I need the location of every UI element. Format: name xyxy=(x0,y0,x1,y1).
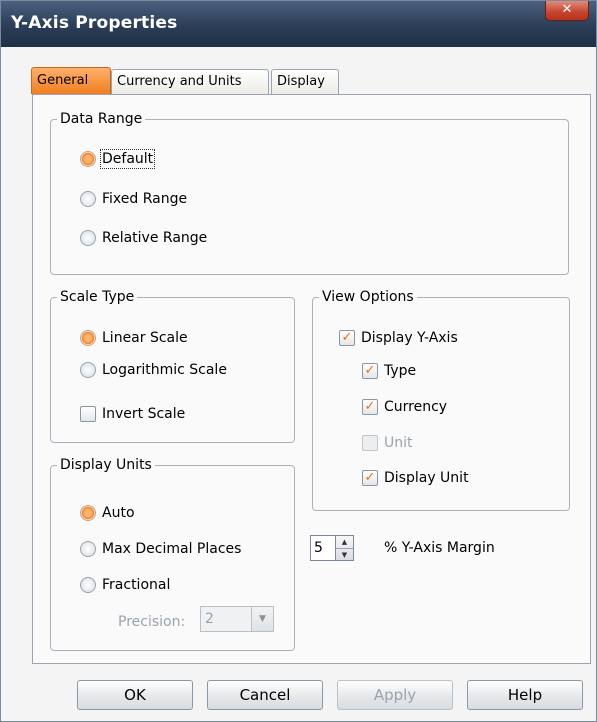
radio-relative-range[interactable]: Relative Range xyxy=(80,230,207,246)
tab-display[interactable]: Display xyxy=(271,69,339,94)
checkmark-icon[interactable]: ✓ xyxy=(362,363,378,379)
invert-scale-label: Invert Scale xyxy=(102,406,186,422)
radio-default-indicator[interactable] xyxy=(80,151,96,167)
data-range-legend: Data Range xyxy=(60,111,143,127)
dialog-window: Y-Axis Properties ✕ General Currency and… xyxy=(0,0,597,722)
cancel-button[interactable]: Cancel xyxy=(207,680,323,710)
radio-max-decimal-places[interactable]: Max Decimal Places xyxy=(80,541,241,557)
close-button[interactable]: ✕ xyxy=(545,1,589,21)
display-units-legend: Display Units xyxy=(60,457,152,473)
radio-default-label: Default xyxy=(99,149,156,169)
spin-up-icon[interactable]: ▲ xyxy=(336,536,353,549)
ok-button[interactable]: OK xyxy=(77,680,193,710)
margin-value[interactable]: 5 xyxy=(310,535,336,561)
display-y-axis-checkbox[interactable]: ✓ Display Y-Axis xyxy=(339,330,458,346)
precision-value[interactable]: 2 xyxy=(200,606,252,632)
checkmark-icon[interactable]: ✓ xyxy=(339,330,355,346)
dialog-title: Y-Axis Properties xyxy=(11,13,178,33)
unit-label: Unit xyxy=(384,435,413,451)
radio-fixed-range-indicator[interactable] xyxy=(80,191,96,207)
radio-fractional[interactable]: Fractional xyxy=(80,577,170,593)
display-y-axis-label: Display Y-Axis xyxy=(361,330,458,346)
apply-button[interactable]: Apply xyxy=(337,680,453,710)
spin-down-icon[interactable]: ▼ xyxy=(336,549,353,561)
radio-relative-range-label: Relative Range xyxy=(102,230,208,246)
radio-linear-scale[interactable]: Linear Scale xyxy=(80,330,188,346)
close-icon: ✕ xyxy=(561,2,573,17)
type-label: Type xyxy=(384,363,417,379)
radio-fractional-label: Fractional xyxy=(102,577,171,593)
radio-linear-scale-indicator[interactable] xyxy=(80,330,96,346)
currency-checkbox[interactable]: ✓ Currency xyxy=(362,399,447,415)
radio-linear-scale-label: Linear Scale xyxy=(102,330,188,346)
unit-checkbox[interactable]: Unit xyxy=(362,435,413,451)
radio-auto-indicator[interactable] xyxy=(80,505,96,521)
radio-logarithmic-scale-indicator[interactable] xyxy=(80,362,96,378)
radio-max-decimal-places-label: Max Decimal Places xyxy=(102,541,242,557)
chevron-down-icon[interactable]: ▼ xyxy=(252,606,274,632)
display-unit-checkbox[interactable]: ✓ Display Unit xyxy=(362,470,469,486)
scale-type-legend: Scale Type xyxy=(60,289,135,305)
unit-check-indicator[interactable] xyxy=(362,435,378,451)
spin-buttons[interactable]: ▲ ▼ xyxy=(336,535,354,561)
view-options-legend: View Options xyxy=(322,289,414,305)
tab-general[interactable]: General xyxy=(31,67,111,94)
radio-fractional-indicator[interactable] xyxy=(80,577,96,593)
invert-scale-check-indicator[interactable] xyxy=(80,406,96,422)
checkmark-icon[interactable]: ✓ xyxy=(362,470,378,486)
title-bar[interactable]: Y-Axis Properties ✕ xyxy=(1,1,596,47)
radio-relative-range-indicator[interactable] xyxy=(80,230,96,246)
radio-fixed-range[interactable]: Fixed Range xyxy=(80,191,187,207)
radio-fixed-range-label: Fixed Range xyxy=(102,191,188,207)
margin-spinner[interactable]: 5 ▲ ▼ xyxy=(310,535,354,561)
radio-auto-label: Auto xyxy=(102,505,135,521)
tab-currency-and-units[interactable]: Currency and Units xyxy=(111,69,269,94)
precision-dropdown[interactable]: 2 ▼ xyxy=(200,606,274,632)
radio-max-decimal-places-indicator[interactable] xyxy=(80,541,96,557)
margin-label: % Y-Axis Margin xyxy=(384,540,495,556)
currency-label: Currency xyxy=(384,399,448,415)
display-unit-label: Display Unit xyxy=(384,470,469,486)
checkmark-icon[interactable]: ✓ xyxy=(362,399,378,415)
type-checkbox[interactable]: ✓ Type xyxy=(362,363,416,379)
radio-logarithmic-scale[interactable]: Logarithmic Scale xyxy=(80,362,227,378)
invert-scale-checkbox[interactable]: Invert Scale xyxy=(80,406,185,422)
precision-label: Precision: xyxy=(118,614,186,630)
radio-auto[interactable]: Auto xyxy=(80,505,135,521)
radio-logarithmic-scale-label: Logarithmic Scale xyxy=(102,362,227,378)
radio-default[interactable]: Default xyxy=(80,149,156,169)
help-button[interactable]: Help xyxy=(467,680,583,710)
